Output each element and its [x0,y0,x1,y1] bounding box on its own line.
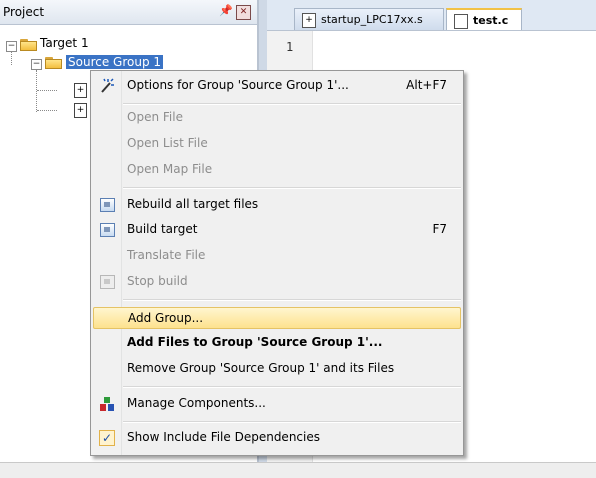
menu-item-label: Rebuild all target files [127,197,259,211]
tab-label: test.c [473,14,509,27]
menu-item-label: Build target [127,222,198,236]
menu-item-label: Add Group... [128,311,204,325]
menu-item-open-file[interactable]: Open File [93,107,461,129]
menu-item-options-for-group[interactable]: Options for Group 'Source Group 1'... Al… [93,75,461,97]
tree-item-source-group[interactable]: Source Group 1 [66,55,164,69]
menu-item-label: Open File [127,110,183,124]
menu-item-open-list-file[interactable]: Open List File [93,133,461,155]
line-number: 1 [286,40,294,54]
menu-separator [123,299,461,301]
tab-test-file[interactable]: test.c [446,8,522,30]
c-file-icon [454,14,468,29]
tree-connector [11,51,12,65]
menu-item-shortcut: F7 [432,222,447,236]
editor-tab-bar: + startup_LPC17xx.s test.c [267,0,596,31]
tree-connector [37,110,57,111]
context-menu: Options for Group 'Source Group 1'... Al… [90,70,464,456]
menu-separator [123,386,461,388]
checkmark-icon: ✓ [99,430,115,446]
menu-item-label: Add Files to Group 'Source Group 1'... [127,335,383,349]
group-folder-icon [45,56,63,69]
menu-item-label: Stop build [127,274,188,288]
menu-item-label: Open Map File [127,162,213,176]
tab-startup-file[interactable]: + startup_LPC17xx.s [294,8,444,30]
menu-item-add-files-to-group[interactable]: Add Files to Group 'Source Group 1'... [93,332,461,354]
menu-separator [123,103,461,105]
menu-item-add-group[interactable]: Add Group... [93,307,461,329]
components-icon [99,396,115,412]
menu-item-label: Translate File [127,248,206,262]
tree-connector [37,90,57,91]
menu-item-remove-group[interactable]: Remove Group 'Source Group 1' and its Fi… [93,358,461,380]
menu-item-manage-components[interactable]: Manage Components... [93,393,461,415]
menu-item-build-target[interactable]: Build target F7 [93,219,461,241]
menu-item-label: Manage Components... [127,396,266,410]
project-pane-title: Project [3,5,45,19]
menu-item-open-map-file[interactable]: Open Map File [93,159,461,181]
status-bar [0,462,596,478]
target-folder-icon [20,38,38,51]
menu-item-rebuild-all[interactable]: Rebuild all target files [93,194,461,216]
menu-item-label: Options for Group 'Source Group 1'... [127,78,349,92]
asm-file-icon: + [302,13,316,28]
menu-item-show-include-deps[interactable]: ✓ Show Include File Dependencies [93,427,461,449]
menu-item-stop-build[interactable]: Stop build [93,271,461,293]
menu-separator [123,187,461,189]
menu-item-label: Remove Group 'Source Group 1' and its Fi… [127,361,395,375]
group-collapse-icon[interactable]: − [31,59,42,70]
tree-connector [36,70,37,112]
tab-label: startup_LPC17xx.s [321,13,423,26]
stop-build-icon [99,274,115,290]
file-icon[interactable]: + [74,83,87,98]
pin-icon[interactable]: 📌 [219,4,233,18]
close-pane-button[interactable]: ✕ [236,5,251,20]
file-icon[interactable]: + [74,103,87,118]
project-pane-header: Project 📌 ✕ [0,0,257,25]
menu-item-label: Open List File [127,136,208,150]
menu-item-label: Show Include File Dependencies [127,430,320,444]
build-icon [99,222,115,238]
wand-icon [99,78,115,94]
tree-item-target[interactable]: Target 1 [40,36,89,50]
menu-item-translate-file[interactable]: Translate File [93,245,461,267]
rebuild-icon [99,197,115,213]
menu-separator [123,421,461,423]
menu-item-shortcut: Alt+F7 [406,78,447,92]
